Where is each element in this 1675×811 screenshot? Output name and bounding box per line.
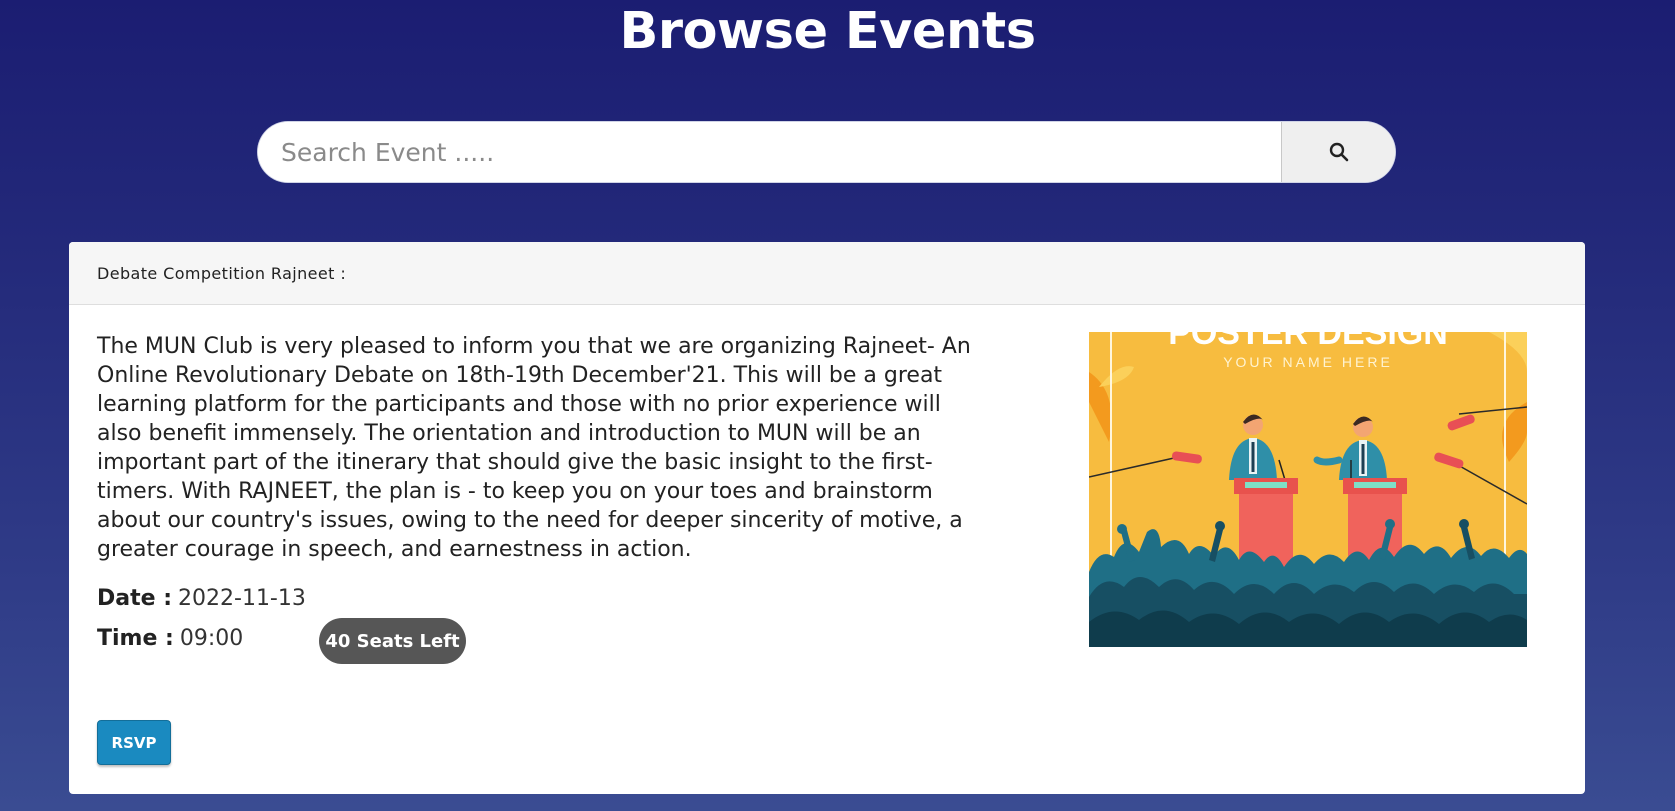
seats-left-badge: 40 Seats Left bbox=[319, 618, 466, 664]
search-bar bbox=[258, 122, 1395, 182]
rsvp-button[interactable]: RSVP bbox=[97, 720, 171, 765]
date-label: Date : bbox=[97, 586, 173, 611]
poster-subtitle: YOUR NAME HERE bbox=[1223, 354, 1393, 370]
time-label: Time : bbox=[97, 626, 174, 651]
poster-title: POSTER DESIGN bbox=[1168, 332, 1448, 352]
event-time: Time : 09:00 bbox=[97, 626, 243, 651]
event-date: Date : 2022-11-13 bbox=[97, 586, 306, 611]
page-title: Browse Events bbox=[619, 2, 1036, 61]
event-card-header: Debate Competition Rajneet : bbox=[69, 242, 1585, 305]
event-poster-image: POSTER DESIGN YOUR NAME HERE bbox=[1089, 332, 1527, 647]
time-value: 09:00 bbox=[179, 626, 244, 651]
event-card: Debate Competition Rajneet : The MUN Clu… bbox=[69, 242, 1585, 794]
search-button[interactable] bbox=[1281, 122, 1395, 182]
search-input[interactable] bbox=[258, 122, 1281, 182]
search-icon bbox=[1329, 142, 1348, 162]
event-description: The MUN Club is very pleased to inform y… bbox=[97, 334, 971, 562]
date-value: 2022-11-13 bbox=[178, 586, 306, 611]
